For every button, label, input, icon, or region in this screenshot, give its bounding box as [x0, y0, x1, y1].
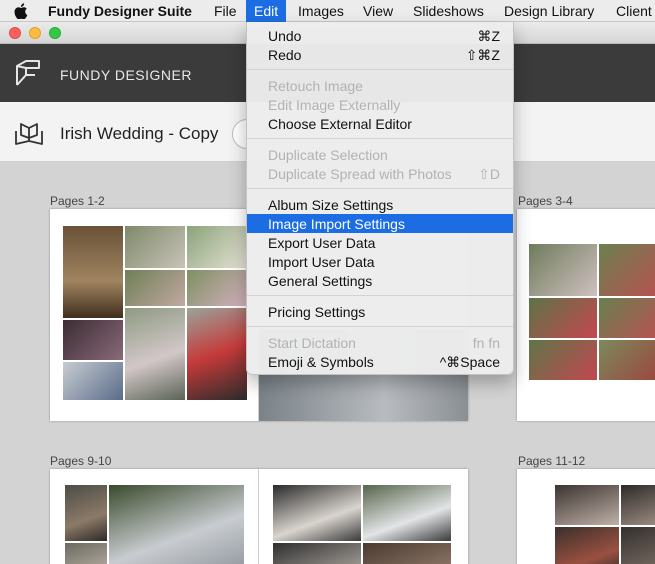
app-menu[interactable]: Fundy Designer Suite: [48, 3, 192, 19]
menu-separator: [247, 326, 513, 327]
menu-item-choose-editor[interactable]: Choose External Editor: [247, 114, 513, 133]
photo-group-1[interactable]: [529, 244, 597, 296]
menu-item-redo[interactable]: Redo ⇧⌘Z: [247, 45, 513, 64]
photo-wedding-car[interactable]: [109, 485, 244, 564]
menu-item-label: Edit Image Externally: [268, 97, 401, 113]
photo-children[interactable]: [125, 308, 185, 400]
photo-wedding-sign[interactable]: [63, 226, 123, 318]
photo-group-5[interactable]: [529, 340, 597, 380]
menu-item-label: Retouch Image: [268, 78, 363, 94]
spread-label-11-12: Pages 11-12: [518, 454, 586, 468]
menu-view[interactable]: View: [363, 3, 393, 19]
photo-guest-2[interactable]: [65, 543, 107, 564]
photo-guests-1[interactable]: [125, 226, 185, 268]
menu-file[interactable]: File: [214, 3, 237, 19]
photo-guests-2[interactable]: [187, 226, 247, 268]
menu-separator: [247, 295, 513, 296]
menu-item-shortcut: ⌘Z: [477, 28, 500, 44]
menu-item-retouch-image[interactable]: Retouch Image: [247, 76, 513, 95]
menu-item-edit-externally[interactable]: Edit Image Externally: [247, 95, 513, 114]
photo-family-2[interactable]: [621, 485, 655, 525]
menu-item-album-size[interactable]: Album Size Settings: [247, 195, 513, 214]
photo-man-red-shirt[interactable]: [187, 308, 247, 400]
spread-pages-9-10[interactable]: [50, 469, 468, 564]
photo-group-4[interactable]: [599, 298, 655, 338]
spread-pages-11-12[interactable]: [517, 469, 655, 564]
menu-design-library[interactable]: Design Library: [504, 3, 594, 19]
photo-guests-4[interactable]: [187, 270, 247, 306]
photo-group-3[interactable]: [529, 298, 597, 338]
fundy-logo-icon: [16, 60, 40, 86]
menu-item-import-user-data[interactable]: Import User Data: [247, 252, 513, 271]
photo-couple-car[interactable]: [273, 485, 361, 541]
zoom-window-button[interactable]: [49, 27, 61, 39]
photo-group-2[interactable]: [599, 244, 655, 296]
menu-item-start-dictation[interactable]: Start Dictation fn fn: [247, 333, 513, 352]
album-icon[interactable]: [14, 121, 44, 147]
brand-title: FUNDY DESIGNER: [60, 67, 192, 83]
menu-item-label: Pricing Settings: [268, 304, 366, 320]
menu-item-duplicate-selection[interactable]: Duplicate Selection: [247, 145, 513, 164]
menu-item-label: Duplicate Spread with Photos: [268, 166, 452, 182]
minimize-window-button[interactable]: [29, 27, 41, 39]
menu-item-label: Import User Data: [268, 254, 375, 270]
menu-item-shortcut: ⇧D: [478, 166, 500, 182]
photo-dressing[interactable]: [63, 362, 123, 400]
spread-label-3-4: Pages 3-4: [518, 194, 573, 208]
menu-item-label: Image Import Settings: [268, 216, 405, 232]
menu-item-shortcut: ^⌘Space: [439, 354, 500, 370]
spread-pages-3-4[interactable]: [517, 209, 655, 421]
menu-separator: [247, 69, 513, 70]
menu-item-label: Choose External Editor: [268, 116, 412, 132]
menu-item-label: Export User Data: [268, 235, 376, 251]
menu-item-pricing-settings[interactable]: Pricing Settings: [247, 302, 513, 321]
menu-separator: [247, 188, 513, 189]
close-window-button[interactable]: [9, 27, 21, 39]
photo-bride-lamp[interactable]: [363, 485, 451, 541]
menu-item-label: Start Dictation: [268, 335, 356, 351]
photo-couple-3[interactable]: [363, 543, 451, 564]
menu-item-general-settings[interactable]: General Settings: [247, 271, 513, 290]
menu-item-export-user-data[interactable]: Export User Data: [247, 233, 513, 252]
edit-menu-dropdown: Undo ⌘Z Redo ⇧⌘Z Retouch Image Edit Imag…: [246, 22, 514, 375]
menu-bar: Fundy Designer Suite File Edit Images Vi…: [0, 0, 655, 22]
photo-family-3[interactable]: [555, 527, 619, 564]
photo-group-6[interactable]: [599, 340, 655, 380]
menu-item-duplicate-spread[interactable]: Duplicate Spread with Photos ⇧D: [247, 164, 513, 183]
menu-item-label: Redo: [268, 47, 302, 63]
menu-item-label: Duplicate Selection: [268, 147, 388, 163]
menu-item-label: General Settings: [268, 273, 373, 289]
photo-guests-3[interactable]: [125, 270, 185, 306]
menu-item-shortcut: fn fn: [472, 335, 500, 351]
menu-item-label: Undo: [268, 28, 302, 44]
menu-separator: [247, 138, 513, 139]
photo-couple-2[interactable]: [273, 543, 361, 564]
spread-label-1-2: Pages 1-2: [50, 194, 105, 208]
menu-client[interactable]: Client: [616, 3, 652, 19]
menu-item-label: Album Size Settings: [268, 197, 394, 213]
menu-item-image-import[interactable]: Image Import Settings: [247, 214, 513, 233]
apple-icon[interactable]: [14, 3, 28, 19]
menu-images[interactable]: Images: [298, 3, 344, 19]
menu-item-label: Emoji & Symbols: [268, 354, 374, 370]
menu-item-shortcut: ⇧⌘Z: [465, 47, 500, 63]
project-title: Irish Wedding - Copy: [60, 124, 219, 143]
spread-gutter: [258, 469, 259, 564]
menu-slideshows[interactable]: Slideshows: [413, 3, 484, 19]
photo-bride-prep[interactable]: [63, 320, 123, 360]
photo-family-1[interactable]: [555, 485, 619, 525]
menu-item-undo[interactable]: Undo ⌘Z: [247, 26, 513, 45]
photo-family-4[interactable]: [621, 527, 655, 564]
menu-edit[interactable]: Edit: [246, 0, 287, 22]
photo-guest-portrait[interactable]: [65, 485, 107, 541]
menu-item-emoji-symbols[interactable]: Emoji & Symbols ^⌘Space: [247, 352, 513, 371]
spread-label-9-10: Pages 9-10: [50, 454, 112, 468]
